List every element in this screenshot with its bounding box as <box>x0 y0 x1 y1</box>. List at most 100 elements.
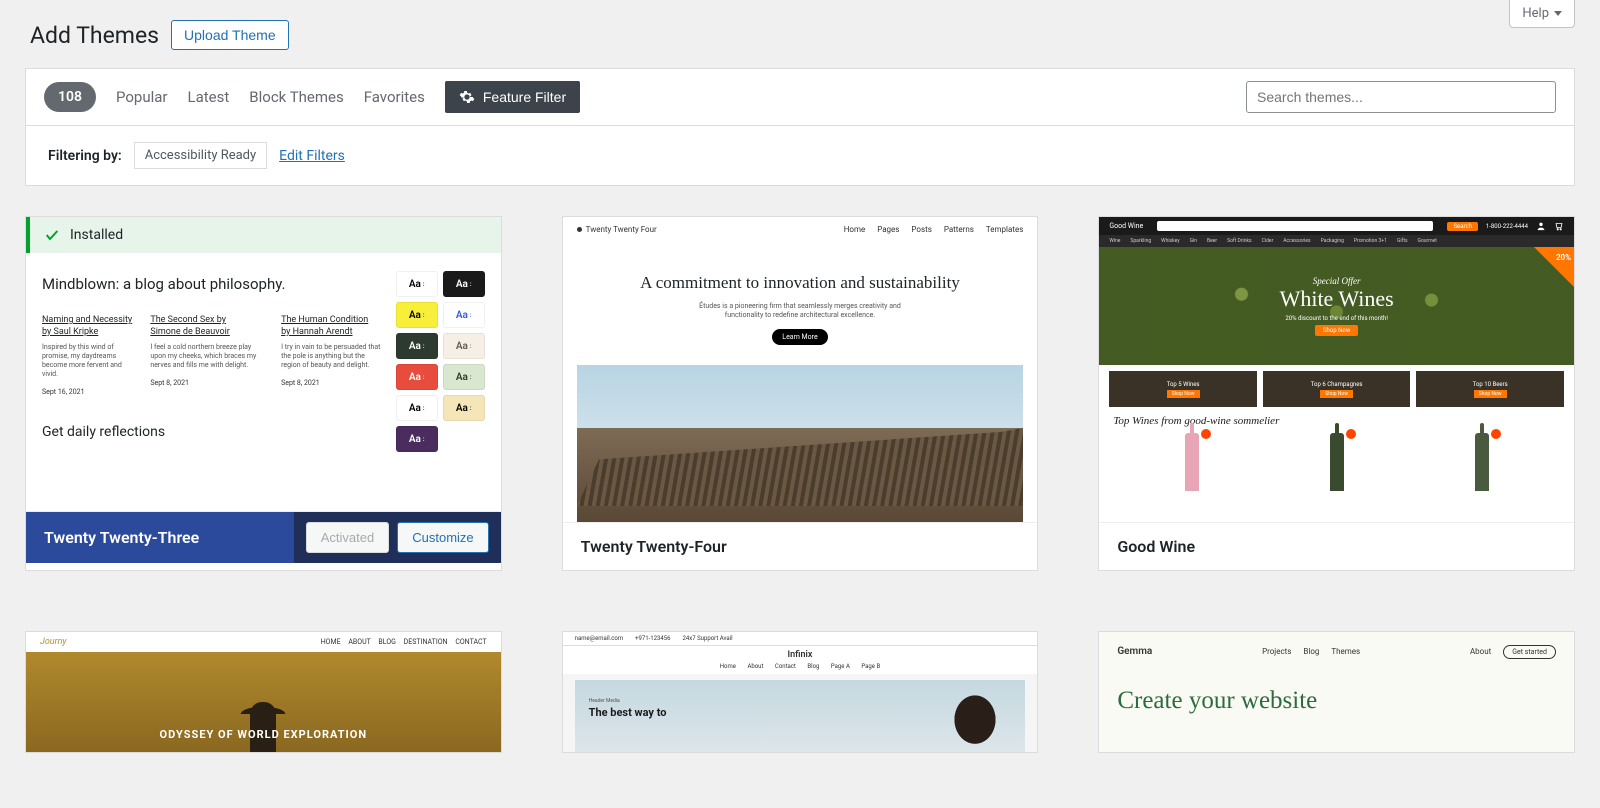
help-tab[interactable]: Help <box>1509 0 1575 28</box>
preview-post-author: by Hannah Arendt <box>281 327 382 337</box>
activated-button: Activated <box>306 522 389 553</box>
preview-nav-item: Page A <box>831 663 850 670</box>
preview-nav-item: Patterns <box>944 225 974 234</box>
preview-brand: Good Wine <box>1109 222 1143 230</box>
preview-post-blurb: Inspired by this wind of promise, my day… <box>42 343 132 379</box>
style-swatch: Aa: <box>443 364 485 390</box>
tab-popular[interactable]: Popular <box>116 88 168 106</box>
theme-preview: Twenty Twenty Four Home Pages Posts Patt… <box>563 217 1038 522</box>
preview-nav-item: Blog <box>1303 647 1319 656</box>
preview-discount-text: 20% discount to the end of this month! <box>1285 315 1387 322</box>
style-swatch: Aa: <box>396 302 438 328</box>
preview-nav-item: DESTINATION <box>404 638 448 646</box>
preview-tile-btn: Shop Now <box>1167 390 1200 398</box>
style-swatch: Aa: <box>396 426 438 452</box>
check-icon <box>44 227 60 243</box>
preview-brand: Twenty Twenty Four <box>586 225 657 234</box>
preview-nav-item: CONTACT <box>455 638 486 646</box>
style-swatch: Aa: <box>396 271 438 297</box>
preview-nav-item: Posts <box>911 225 931 234</box>
style-swatch: Aa: <box>396 333 438 359</box>
help-label: Help <box>1522 6 1549 21</box>
preview-post-date: Sept 16, 2021 <box>42 388 85 396</box>
theme-card-twenty-twenty-four[interactable]: Twenty Twenty Four Home Pages Posts Patt… <box>562 216 1039 571</box>
preview-brand: Infinix <box>563 650 1038 660</box>
preview-search-btn: Search <box>1447 222 1477 231</box>
discount-badge: 20% <box>1534 247 1574 287</box>
style-swatch: Aa: <box>443 271 485 297</box>
preview-post-title: The Human Condition <box>281 315 382 325</box>
tab-block-themes[interactable]: Block Themes <box>249 88 343 106</box>
preview-brand: Journy <box>40 637 67 647</box>
theme-card-journy[interactable]: Journy HOME ABOUT BLOG DESTINATION CONTA… <box>25 631 502 753</box>
theme-name: Twenty Twenty-Four <box>581 537 727 556</box>
bottle-icon <box>1475 433 1489 491</box>
search-input[interactable] <box>1246 81 1556 113</box>
preview-nav-item: Sparkling <box>1130 238 1151 244</box>
preview-shop-btn: Shop Now <box>1315 325 1358 336</box>
installed-banner: Installed <box>26 217 501 253</box>
style-swatch: Aa: <box>396 395 438 421</box>
preview-nav-item: About <box>1470 647 1491 656</box>
preview-nav-item: Page B <box>861 663 880 670</box>
preview-cta: Learn More <box>772 329 827 345</box>
theme-footer: Good Wine <box>1099 522 1574 570</box>
upload-theme-button[interactable]: Upload Theme <box>171 20 289 50</box>
preview-post-blurb: I try in vain to be persuaded that the p… <box>281 343 382 370</box>
preview-post-title: The Second Sex by <box>150 315 263 325</box>
preview-nav-item: Gifts <box>1397 238 1408 244</box>
preview-nav-item: Pages <box>877 225 899 234</box>
gear-icon <box>459 89 475 105</box>
preview-nav-item: ABOUT <box>348 638 370 646</box>
preview-nav-item: Whiskey <box>1161 238 1179 244</box>
preview-nav-item: Gin <box>1190 238 1197 244</box>
preview-offer-label: Special Offer <box>1313 276 1361 286</box>
theme-card-good-wine[interactable]: Good Wine Search 1-800-222-4444 WineSpar… <box>1098 216 1575 571</box>
person-silhouette-icon <box>935 690 1015 752</box>
preview-hero-text: Create your website <box>1117 687 1556 715</box>
feature-filter-button[interactable]: Feature Filter <box>445 81 580 113</box>
theme-preview: Gemma Projects Blog Themes About Get sta… <box>1099 632 1574 752</box>
edit-filters-link[interactable]: Edit Filters <box>279 148 345 164</box>
preview-nav-item: Contact <box>775 663 796 670</box>
preview-nav-item: Promotion 3+1 <box>1354 238 1387 244</box>
user-icon <box>1536 221 1546 231</box>
preview-contact: +971-123456 <box>635 635 670 642</box>
theme-name: Twenty Twenty-Three <box>44 528 199 547</box>
preview-phone: 1-800-222-4444 <box>1486 223 1528 230</box>
filter-tag[interactable]: Accessibility Ready <box>134 142 267 169</box>
theme-preview: name@email.com +971-123456 24x7 Support … <box>563 632 1038 752</box>
preview-style-swatches: Aa:Aa:Aa:Aa:Aa:Aa:Aa:Aa:Aa:Aa:Aa: <box>396 267 485 452</box>
preview-hero-title: White Wines <box>1280 286 1394 312</box>
bottle-icon <box>1185 433 1199 491</box>
filtering-by-label: Filtering by: <box>48 148 122 164</box>
theme-footer: Twenty Twenty-Three Activated Customize <box>26 511 501 563</box>
theme-card-twenty-twenty-three[interactable]: Installed Mindblown: a blog about philos… <box>25 216 502 571</box>
theme-card-infinix[interactable]: name@email.com +971-123456 24x7 Support … <box>562 631 1039 753</box>
preview-nav-item: Home <box>844 225 866 234</box>
theme-preview: Journy HOME ABOUT BLOG DESTINATION CONTA… <box>26 632 501 752</box>
preview-subtext: Études is a pioneering firm that seamles… <box>685 302 915 320</box>
tab-latest[interactable]: Latest <box>188 88 230 106</box>
theme-card-gemma[interactable]: Gemma Projects Blog Themes About Get sta… <box>1098 631 1575 753</box>
theme-count-badge: 108 <box>44 82 96 112</box>
theme-preview: Good Wine Search 1-800-222-4444 WineSpar… <box>1099 217 1574 522</box>
preview-nav-item: Accessories <box>1283 238 1310 244</box>
preview-nav-item: Templates <box>986 225 1023 234</box>
theme-name: Good Wine <box>1117 537 1195 556</box>
preview-image <box>577 365 1024 522</box>
tab-favorites[interactable]: Favorites <box>364 88 425 106</box>
style-swatch: Aa: <box>443 302 485 328</box>
preview-nav: WineSparklingWhiskeyGinBeerSoft DrinksCi… <box>1099 235 1574 247</box>
chevron-down-icon <box>1554 11 1562 16</box>
preview-heading: A commitment to innovation and sustainab… <box>613 272 988 294</box>
preview-post-blurb: I feel a cold northern breeze play upon … <box>150 343 263 370</box>
preview-nav-item: About <box>747 663 763 670</box>
preview-search <box>1157 221 1433 231</box>
customize-button[interactable]: Customize <box>397 522 488 553</box>
theme-footer: Twenty Twenty-Four <box>563 522 1038 570</box>
preview-brand: Gemma <box>1117 646 1152 657</box>
filter-bar: 108 Popular Latest Block Themes Favorite… <box>25 68 1575 186</box>
preview-tile: Top 6 Champagnes <box>1311 381 1363 388</box>
style-swatch: Aa: <box>443 395 485 421</box>
